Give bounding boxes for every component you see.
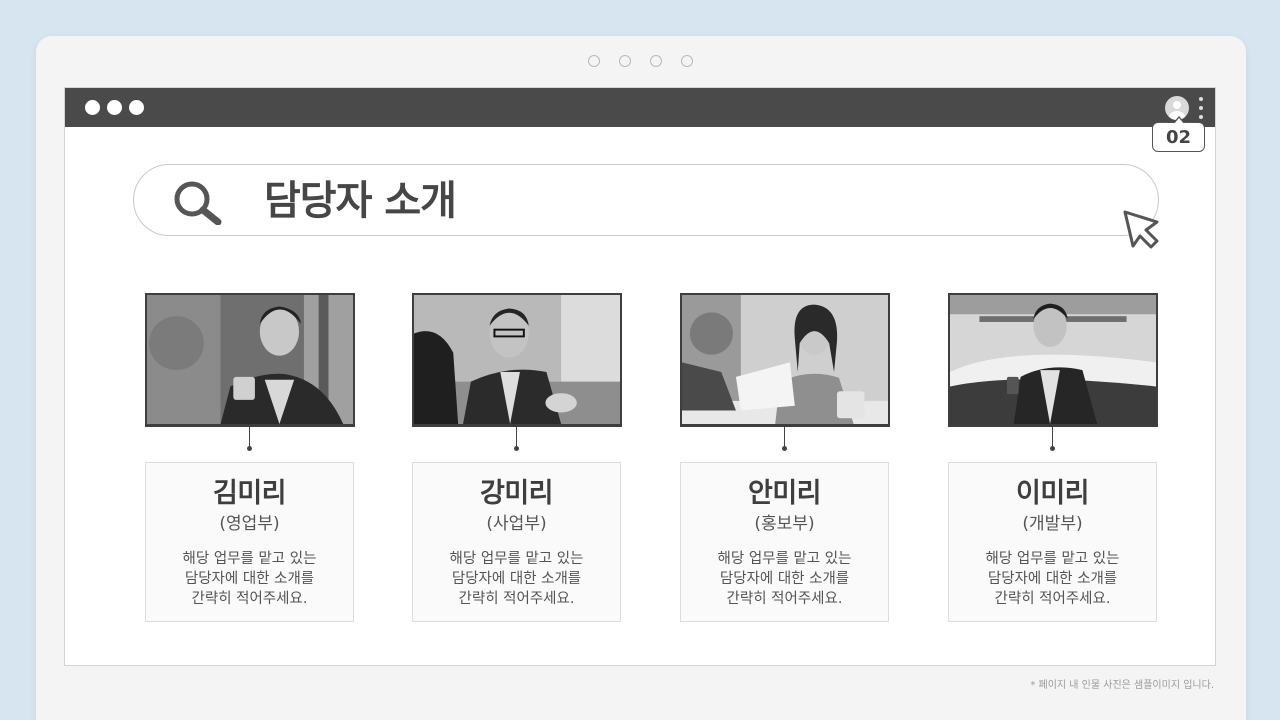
staff-department: (개발부)	[1022, 514, 1083, 534]
camera-dots	[588, 55, 693, 67]
browser-window: 02 담당자 소개 김미리 (영업부) 해당 업무를 맡고 있는 담당자에 대한…	[64, 87, 1216, 666]
staff-description: 해당 업무를 맡고 있는 담당자에 대한 소개를 간략히 적어주세요.	[146, 549, 353, 609]
window-close-dot[interactable]	[85, 100, 100, 115]
card-connector-dot	[247, 446, 252, 451]
camera-dot	[619, 55, 631, 67]
footnote: * 페이지 내 인물 사진은 샘플이미지 입니다.	[1030, 680, 1214, 691]
card-connector-dot	[514, 446, 519, 451]
staff-department: (영업부)	[219, 514, 280, 534]
card-connector-dot	[782, 446, 787, 451]
desc-line: 담당자에 대한 소개를	[184, 571, 315, 587]
window-maximize-dot[interactable]	[129, 100, 144, 115]
staff-card: 김미리 (영업부) 해당 업무를 맡고 있는 담당자에 대한 소개를 간략히 적…	[145, 293, 355, 622]
desc-line: 간략히 적어주세요.	[191, 591, 308, 607]
card-connector-dot	[1050, 446, 1055, 451]
desc-line: 해당 업무를 맡고 있는	[449, 551, 584, 567]
camera-dot	[650, 55, 662, 67]
staff-photo	[948, 293, 1158, 427]
staff-name: 김미리	[212, 478, 287, 509]
desc-line: 해당 업무를 맡고 있는	[717, 551, 852, 567]
staff-name: 안미리	[747, 478, 822, 509]
search-icon	[172, 179, 228, 226]
desc-line: 간략히 적어주세요.	[458, 591, 575, 607]
staff-card: 강미리 (사업부) 해당 업무를 맡고 있는 담당자에 대한 소개를 간략히 적…	[412, 293, 622, 622]
staff-department: (홍보부)	[754, 514, 815, 534]
camera-dot	[681, 55, 693, 67]
desc-line: 간략히 적어주세요.	[726, 591, 843, 607]
desc-line: 간략히 적어주세요.	[994, 591, 1111, 607]
page-title: 담당자 소개	[264, 178, 457, 224]
search-bar[interactable]: 담당자 소개	[133, 164, 1159, 236]
staff-description: 해당 업무를 맡고 있는 담당자에 대한 소개를 간략히 적어주세요.	[949, 549, 1156, 609]
staff-info-box: 이미리 (개발부) 해당 업무를 맡고 있는 담당자에 대한 소개를 간략히 적…	[948, 462, 1157, 622]
staff-photo	[145, 293, 355, 427]
staff-description: 해당 업무를 맡고 있는 담당자에 대한 소개를 간략히 적어주세요.	[681, 549, 888, 609]
window-minimize-dot[interactable]	[107, 100, 122, 115]
desc-line: 해당 업무를 맡고 있는	[182, 551, 317, 567]
staff-info-box: 강미리 (사업부) 해당 업무를 맡고 있는 담당자에 대한 소개를 간략히 적…	[412, 462, 621, 622]
desc-line: 담당자에 대한 소개를	[987, 571, 1118, 587]
staff-description: 해당 업무를 맡고 있는 담당자에 대한 소개를 간략히 적어주세요.	[413, 549, 620, 609]
window-titlebar	[65, 88, 1215, 127]
staff-info-box: 안미리 (홍보부) 해당 업무를 맡고 있는 담당자에 대한 소개를 간략히 적…	[680, 462, 889, 622]
staff-card: 안미리 (홍보부) 해당 업무를 맡고 있는 담당자에 대한 소개를 간략히 적…	[680, 293, 890, 622]
camera-dot	[588, 55, 600, 67]
staff-info-box: 김미리 (영업부) 해당 업무를 맡고 있는 담당자에 대한 소개를 간략히 적…	[145, 462, 354, 622]
cursor-icon	[1121, 208, 1169, 256]
desc-line: 담당자에 대한 소개를	[451, 571, 582, 587]
more-vertical-icon[interactable]	[1199, 97, 1203, 119]
window-controls[interactable]	[85, 100, 144, 115]
staff-department: (사업부)	[486, 514, 547, 534]
page-number-badge: 02	[1152, 116, 1205, 152]
staff-name: 이미리	[1015, 478, 1090, 509]
staff-photo	[680, 293, 890, 427]
staff-name: 강미리	[479, 478, 554, 509]
staff-card: 이미리 (개발부) 해당 업무를 맡고 있는 담당자에 대한 소개를 간략히 적…	[948, 293, 1158, 622]
desc-line: 해당 업무를 맡고 있는	[985, 551, 1120, 567]
staff-photo	[412, 293, 622, 427]
desc-line: 담당자에 대한 소개를	[719, 571, 850, 587]
